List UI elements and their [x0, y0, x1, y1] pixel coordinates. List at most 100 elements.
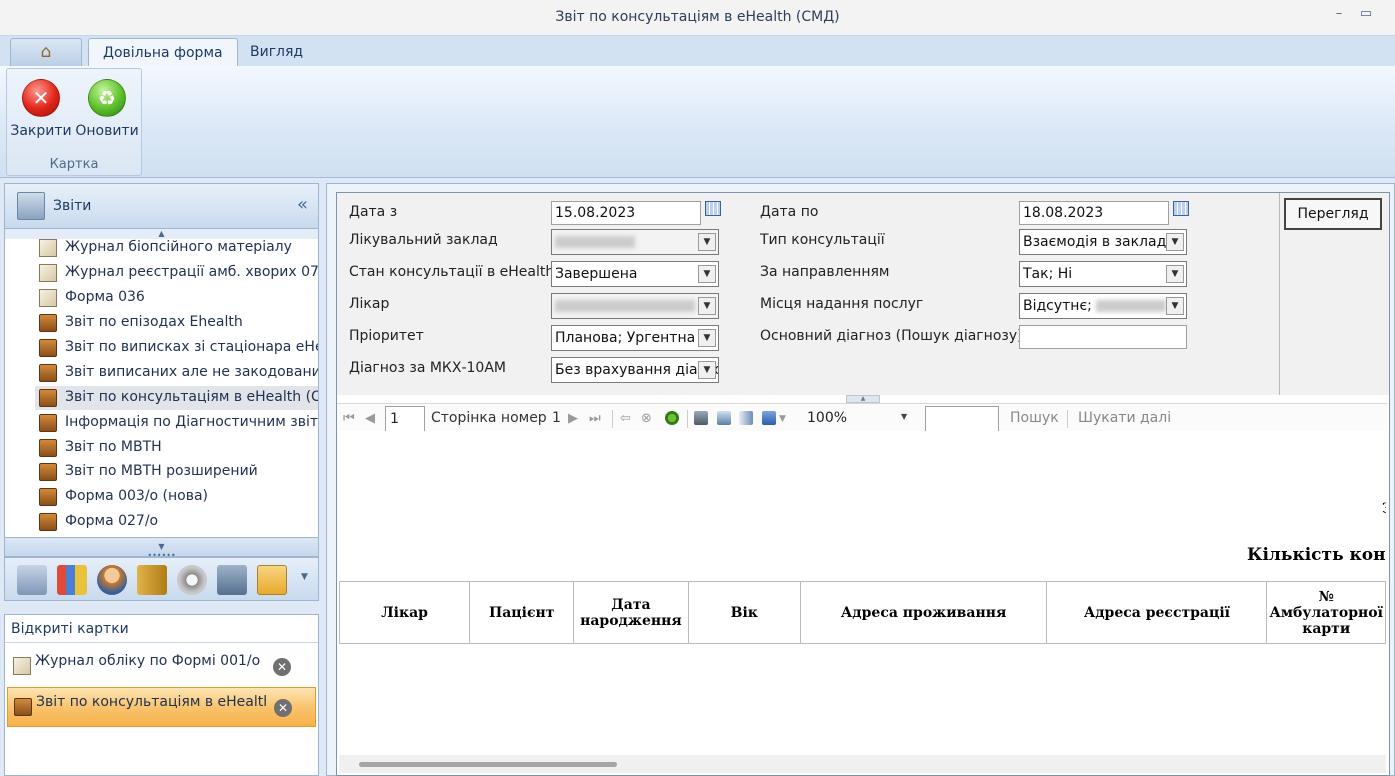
- report-title: Кількість консу: [1247, 545, 1386, 565]
- nav-list: ▲ Журнал біопсійного матеріалу Журнал ре…: [4, 229, 319, 537]
- priority-value: Планова; Ургентна: [555, 330, 696, 346]
- status-value: Завершена: [555, 266, 638, 282]
- doctor-label: Лікар: [349, 296, 390, 312]
- facility-select[interactable]: ▼: [551, 229, 719, 255]
- test-tubes-icon[interactable]: [57, 565, 87, 595]
- clipboard-icon: [39, 364, 57, 382]
- status-label: Стан консультації в eHealth: [349, 264, 555, 280]
- page-setup-icon[interactable]: [739, 411, 753, 425]
- nav-item[interactable]: Звіт по епізодах Ehealth: [35, 311, 318, 335]
- nav-title: Звіти: [53, 198, 92, 214]
- diag-search-input[interactable]: [1019, 325, 1187, 349]
- tab-home[interactable]: ⌂: [10, 38, 82, 66]
- calendar-icon[interactable]: [1173, 201, 1189, 216]
- ribbon-group-card: ✕ Закрити ♻ Оновити Картка: [6, 68, 142, 176]
- horizontal-scrollbar[interactable]: [339, 755, 1386, 773]
- registry-icon[interactable]: [17, 565, 47, 595]
- nav-item[interactable]: Журнал біопсійного матеріалу: [35, 236, 318, 260]
- refresh-button[interactable]: ♻ Оновити: [75, 73, 139, 145]
- search-button[interactable]: Пошук: [1010, 410, 1059, 426]
- calendar-icon[interactable]: [705, 201, 721, 216]
- chevron-down-icon[interactable]: ▼: [779, 414, 786, 424]
- nav-item[interactable]: Звіт по МВТН розширений: [35, 460, 318, 484]
- chevron-down-icon[interactable]: ▼: [301, 572, 308, 582]
- consult-type-select[interactable]: Взаємодія в закладі ▼: [1019, 229, 1187, 255]
- view-button[interactable]: Перегляд: [1284, 198, 1382, 230]
- back-icon[interactable]: ⇦: [620, 411, 631, 426]
- print-icon[interactable]: [694, 411, 708, 425]
- home-icon[interactable]: [217, 565, 247, 595]
- search-input[interactable]: [925, 406, 999, 432]
- maximize-button[interactable]: ▭: [1354, 6, 1378, 28]
- report-table: Лікар Пацієнт Дата народження Вік Адреса…: [339, 581, 1386, 644]
- next-page-icon[interactable]: ▶: [568, 411, 578, 426]
- nav-item-label: Звіт виписаних але не закодованих пацієн…: [65, 364, 318, 380]
- zoom-select[interactable]: 100% ▼: [803, 406, 913, 432]
- page-number-input[interactable]: 1: [385, 406, 425, 432]
- filter-panel: Дата з 15.08.2023 Дата по 18.08.2023 Лік…: [337, 193, 1279, 395]
- chevron-down-icon: ▼: [1166, 233, 1184, 251]
- books-icon[interactable]: [137, 565, 167, 595]
- nav-item[interactable]: Форма 027/о: [35, 510, 318, 534]
- status-select[interactable]: Завершена ▼: [551, 261, 719, 287]
- edit-document-icon: [39, 239, 57, 257]
- chevron-down-icon: ▼: [1166, 265, 1184, 283]
- mkx-select[interactable]: Без врахування діагнозу▼: [551, 357, 719, 383]
- page-label: Сторінка номер: [431, 410, 547, 426]
- edit-document-icon: [39, 289, 57, 307]
- chevron-down-icon: ▼: [698, 265, 716, 283]
- report-page: З Кількість консу Лікар Пацієнт Дата нар…: [339, 431, 1386, 755]
- mkx-value: Без врахування діагнозу: [555, 362, 718, 378]
- reports-icon[interactable]: [257, 565, 287, 595]
- nav-item[interactable]: Інформація по Діагностичним звітам: [35, 411, 318, 435]
- nav-item[interactable]: Звіт по виписках зі стаціонара eHealth: [35, 336, 318, 360]
- date-from-label: Дата з: [349, 204, 398, 220]
- doctor-select[interactable]: ▼: [551, 293, 719, 319]
- priority-select[interactable]: Планова; Ургентна ▼: [551, 325, 719, 351]
- nav-item[interactable]: Звіт виписаних але не закодованих пацієн…: [35, 361, 318, 385]
- collapse-nav-button[interactable]: «: [297, 194, 308, 215]
- nav-item[interactable]: Форма 003/о (нова): [35, 485, 318, 509]
- open-card[interactable]: Журнал обліку по Формі 001/о ✕: [7, 647, 316, 687]
- referral-select[interactable]: Так; Ні ▼: [1019, 261, 1187, 287]
- chevron-down-icon: ▼: [1166, 297, 1184, 315]
- table-header-cell: Адреса проживання: [799, 581, 1048, 644]
- settings-icon[interactable]: [177, 565, 207, 595]
- print-layout-icon[interactable]: [717, 411, 731, 425]
- ribbon-tabs: ⌂ Довільна форма Вигляд: [0, 36, 1395, 66]
- clipboard-icon: [39, 314, 57, 332]
- last-page-icon[interactable]: ⏭: [589, 411, 601, 426]
- refresh-icon[interactable]: [665, 411, 679, 425]
- minimize-button[interactable]: –: [1327, 6, 1351, 28]
- nav-item-selected[interactable]: Звіт по консультаціям в eHealth (СМД): [35, 386, 318, 410]
- prev-page-icon[interactable]: ◀: [365, 411, 375, 426]
- referral-value: Так; Ні: [1023, 266, 1073, 282]
- nav-item[interactable]: Журнал реєстрації амб. хворих 074: [35, 261, 318, 285]
- chevron-down-icon: ▼: [698, 361, 716, 379]
- reports-icon: [17, 192, 45, 220]
- export-icon[interactable]: [762, 411, 776, 425]
- place-select[interactable]: Відсутнє; ▼: [1019, 293, 1187, 319]
- stop-icon[interactable]: ⊗: [641, 411, 652, 426]
- close-card-icon[interactable]: ✕: [273, 658, 291, 676]
- close-card-icon[interactable]: ✕: [274, 699, 292, 717]
- search-next-button[interactable]: Шукати далі: [1078, 410, 1171, 426]
- close-button[interactable]: ✕ Закрити: [9, 73, 73, 145]
- first-page-icon[interactable]: ⏮: [343, 411, 355, 426]
- splitter-grip[interactable]: ▲: [846, 395, 880, 403]
- tab-view[interactable]: Вигляд: [236, 38, 317, 66]
- ribbon-group-label: Картка: [49, 157, 99, 172]
- date-to-input[interactable]: 18.08.2023: [1019, 201, 1169, 225]
- scrollbar-thumb[interactable]: [359, 762, 617, 767]
- edit-document-icon: [39, 264, 57, 282]
- close-icon: ✕: [22, 79, 60, 117]
- doctor-icon[interactable]: [97, 565, 127, 595]
- nav-splitter[interactable]: ▼ ••••••: [4, 537, 319, 560]
- date-from-input[interactable]: 15.08.2023: [551, 201, 701, 225]
- tab-custom-form[interactable]: Довільна форма: [88, 38, 238, 66]
- table-header-cell: Адреса реєстрації: [1046, 581, 1268, 644]
- referral-label: За направленням: [760, 264, 890, 280]
- open-card-active[interactable]: Звіт по консультаціям в eHealth (СМД) ✕: [7, 687, 316, 727]
- nav-item[interactable]: Форма 036: [35, 286, 318, 310]
- nav-item[interactable]: Звіт по МВТН: [35, 436, 318, 460]
